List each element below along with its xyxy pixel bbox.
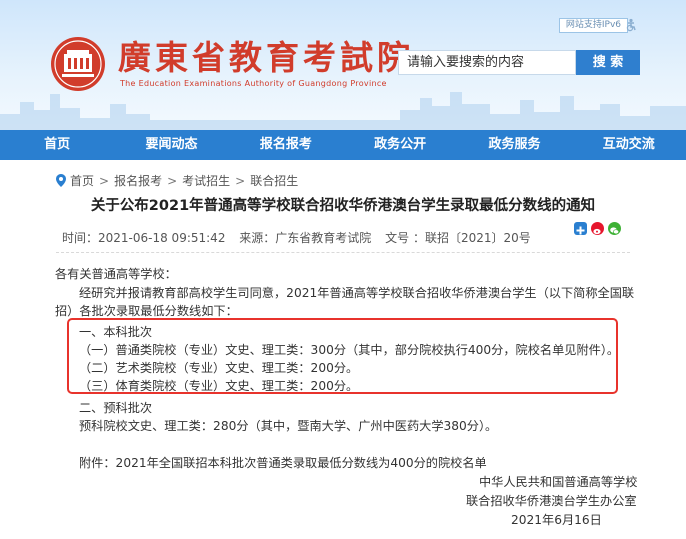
- article-title: 关于公布2021年普通高等学校联合招收华侨港澳台学生录取最低分数线的通知: [90, 198, 596, 214]
- breadcrumb-separator: >: [99, 173, 110, 188]
- location-pin-icon: [56, 174, 66, 187]
- intro-line-1: 经研究并报请教育部高校学生司同意，2021年普通高等学校联合招收华侨港澳台学生（…: [79, 286, 635, 300]
- accessibility-icon[interactable]: [624, 18, 638, 32]
- signature-line-2: 联合招收华侨港澳台学生办公室: [466, 494, 637, 508]
- nav-item-public-affairs[interactable]: 政务公开: [343, 130, 457, 160]
- salutation: 各有关普通高等学校：: [55, 267, 177, 281]
- breadcrumb-separator: >: [167, 173, 178, 188]
- search-button[interactable]: 搜 索: [576, 50, 640, 75]
- section-undergraduate-sports: （三）体育类院校（专业）文史、理工类：200分。: [79, 379, 359, 393]
- article-source: 来源：广东省教育考试院: [239, 231, 372, 245]
- breadcrumb-separator: >: [235, 173, 246, 188]
- weibo-icon[interactable]: [591, 222, 604, 235]
- authority-logo-icon: [51, 37, 105, 91]
- section-preparatory: 二、预科批次: [79, 401, 153, 415]
- search-input[interactable]: 请输入要搜索的内容: [398, 50, 576, 75]
- breadcrumb-admissions[interactable]: 考试招生: [182, 172, 230, 189]
- nav-item-interaction[interactable]: 互动交流: [572, 130, 686, 160]
- section-undergraduate-arts: （二）艺术类院校（专业）文史、理工类：200分。: [79, 361, 359, 375]
- main-nav: 首页 要闻动态 报名报考 政务公开 政务服务 互动交流: [0, 130, 686, 160]
- plus-share-icon[interactable]: [574, 222, 587, 235]
- wechat-icon[interactable]: [608, 222, 621, 235]
- signature-date: 2021年6月16日: [511, 513, 602, 527]
- section-preparatory-detail: 预科院校文史、理工类：280分（其中，暨南大学、广州中医药大学380分）。: [79, 419, 498, 433]
- signature-line-1: 中华人民共和国普通高等学校: [479, 475, 638, 489]
- site-header: 网站支持IPv6 廣東省教育考試院 The Education Examinat…: [0, 0, 686, 130]
- nav-item-news[interactable]: 要闻动态: [114, 130, 228, 160]
- nav-item-services[interactable]: 政务服务: [457, 130, 571, 160]
- section-undergraduate-general: （一）普通类院校（专业）文史、理工类：300分（其中，部分院校执行400分，院校…: [79, 343, 620, 357]
- ipv6-badge: 网站支持IPv6: [558, 18, 628, 33]
- nav-item-home[interactable]: 首页: [0, 130, 114, 160]
- breadcrumb-home[interactable]: 首页: [70, 172, 94, 189]
- section-undergraduate: 一、本科批次: [79, 325, 153, 339]
- breadcrumb: 首页 > 报名报考 > 考试招生 > 联合招生: [56, 172, 298, 189]
- intro-line-2: 招）各批次录取最低分数线如下：: [55, 304, 238, 318]
- site-logo-chinese[interactable]: 廣東省教育考試院: [118, 38, 414, 78]
- attachment-link[interactable]: 附件：2021年全国联招本科批次普通类录取最低分数线为400分的院校名单: [79, 453, 487, 471]
- meta-divider: [56, 252, 630, 253]
- nav-item-registration[interactable]: 报名报考: [229, 130, 343, 160]
- breadcrumb-joint-admission[interactable]: 联合招生: [250, 172, 298, 189]
- site-logo-english: The Education Examinations Authority of …: [120, 79, 387, 88]
- article-doc-number: 文号 ：联招〔2021〕20号: [385, 231, 531, 245]
- article-time: 时间：2021-06-18 09:51:42: [62, 231, 226, 245]
- article-meta: 时间：2021-06-18 09:51:42 来源：广东省教育考试院 文号 ：联…: [62, 229, 541, 246]
- breadcrumb-registration[interactable]: 报名报考: [114, 172, 162, 189]
- share-buttons: [574, 222, 621, 235]
